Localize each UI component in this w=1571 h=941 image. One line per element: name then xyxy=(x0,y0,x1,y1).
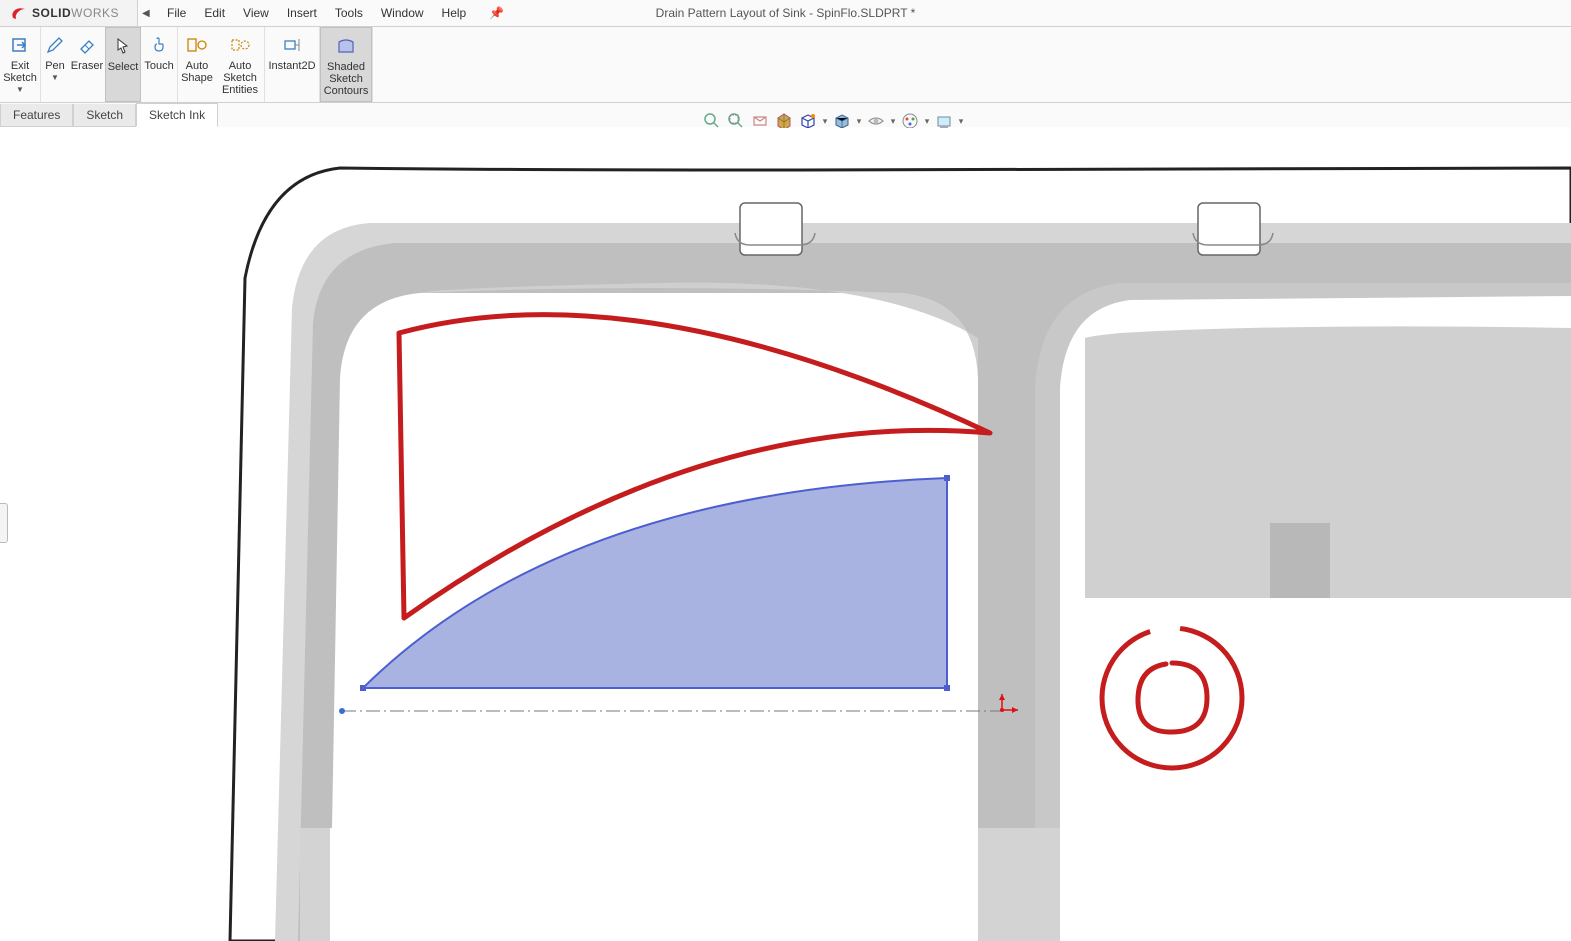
tab-sketch-ink[interactable]: Sketch Ink xyxy=(136,103,218,127)
auto-sketch-entities-label: Auto Sketch Entities xyxy=(222,60,258,96)
touch-label: Touch xyxy=(144,60,173,72)
clip-tab-left xyxy=(740,203,802,255)
auto-sketch-entities-icon xyxy=(226,33,254,57)
pen-label: Pen xyxy=(45,60,65,72)
exit-sketch-label: Exit Sketch xyxy=(3,60,37,84)
shaded-sketch-contours-icon xyxy=(332,34,360,58)
instant2d-label: Instant2D xyxy=(268,60,315,72)
sink-floor-left-white xyxy=(330,828,978,941)
app-logo-text-works: WORKS xyxy=(71,6,119,20)
select-button[interactable]: Select xyxy=(105,27,141,102)
exit-sketch-button[interactable]: Exit Sketch ▼ xyxy=(0,27,40,102)
select-label: Select xyxy=(108,61,139,73)
auto-shape-label: Auto Shape xyxy=(181,60,213,84)
chevron-down-icon[interactable]: ▾ xyxy=(820,116,830,127)
shaded-sketch-contours-label: Shaded Sketch Contours xyxy=(324,61,369,97)
contour-handle[interactable] xyxy=(360,685,366,691)
menu-insert[interactable]: Insert xyxy=(278,0,326,26)
pen-button[interactable]: Pen ▼ xyxy=(41,27,69,102)
contour-handle[interactable] xyxy=(944,475,950,481)
chevron-down-icon[interactable]: ▾ xyxy=(888,116,898,127)
eraser-button[interactable]: Eraser xyxy=(69,27,105,102)
chevron-down-icon[interactable]: ▾ xyxy=(854,116,864,127)
centerline-endpoint-left[interactable] xyxy=(339,708,345,714)
graphics-viewport[interactable] xyxy=(0,128,1571,941)
auto-shape-button[interactable]: Auto Shape xyxy=(178,27,216,102)
chevron-down-icon[interactable]: ▾ xyxy=(922,116,932,127)
app-logo-icon xyxy=(10,4,28,22)
auto-shape-icon xyxy=(183,33,211,57)
clip-tab-right xyxy=(1198,203,1260,255)
app-logo-text-solid: SOLID xyxy=(32,6,71,20)
touch-icon xyxy=(145,33,173,57)
red-ink-drain-outer-gap xyxy=(1150,628,1180,631)
menu-file[interactable]: File xyxy=(158,0,195,26)
eraser-icon xyxy=(73,33,101,57)
collapse-menu-icon[interactable]: ◀ xyxy=(142,8,150,19)
model-drawing xyxy=(0,128,1571,941)
shaded-sketch-contours-button[interactable]: Shaded Sketch Contours xyxy=(320,27,372,102)
instant2d-button[interactable]: Instant2D xyxy=(265,27,319,102)
menu-help[interactable]: Help xyxy=(433,0,476,26)
chevron-down-icon[interactable]: ▼ xyxy=(16,86,24,95)
menu-bar: SOLIDWORKS ◀ File Edit View Insert Tools… xyxy=(0,0,1571,27)
ribbon-toolbar: Exit Sketch ▼ Pen ▼ Eraser Select xyxy=(0,27,1571,103)
chevron-down-icon[interactable]: ▼ xyxy=(51,74,59,83)
pen-icon xyxy=(41,33,69,57)
pin-icon[interactable]: 📌 xyxy=(489,6,504,20)
eraser-label: Eraser xyxy=(71,60,103,72)
cursor-icon xyxy=(109,34,137,58)
tab-sketch[interactable]: Sketch xyxy=(73,104,136,127)
exit-sketch-icon xyxy=(6,33,34,57)
contour-handle[interactable] xyxy=(944,685,950,691)
app-logo: SOLIDWORKS xyxy=(0,0,138,26)
menu-window[interactable]: Window xyxy=(372,0,433,26)
right-basin-dark-patch xyxy=(1270,523,1330,598)
chevron-down-icon[interactable]: ▾ xyxy=(956,116,966,127)
tab-features[interactable]: Features xyxy=(0,104,73,127)
menu-view[interactable]: View xyxy=(234,0,278,26)
touch-button[interactable]: Touch xyxy=(141,27,177,102)
menu-tools[interactable]: Tools xyxy=(326,0,372,26)
auto-sketch-entities-button[interactable]: Auto Sketch Entities xyxy=(216,27,264,102)
sink-floor-right-white xyxy=(1060,828,1571,941)
menu-edit[interactable]: Edit xyxy=(195,0,234,26)
instant2d-icon xyxy=(278,33,306,57)
